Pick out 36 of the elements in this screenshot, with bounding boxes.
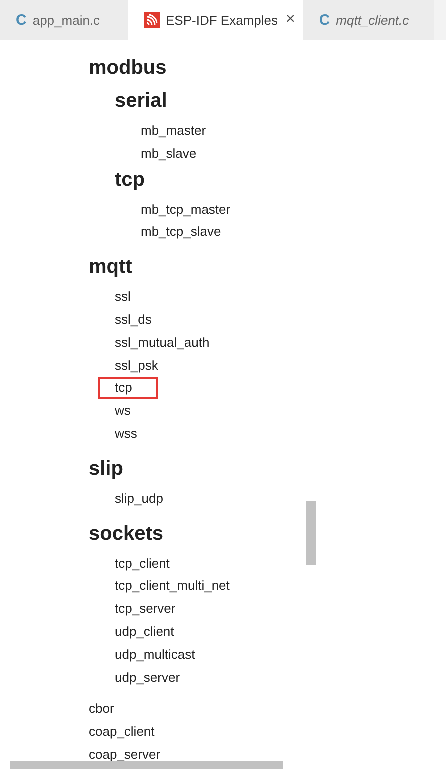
section-heading: sockets bbox=[89, 522, 164, 547]
vertical-scrollbar[interactable] bbox=[306, 501, 316, 565]
example-link[interactable]: ssl bbox=[115, 288, 131, 306]
section-heading: modbus bbox=[89, 56, 168, 81]
example-link[interactable]: coap_server bbox=[89, 746, 161, 764]
example-link[interactable]: mb_master bbox=[141, 122, 206, 140]
example-link[interactable]: udp_client bbox=[115, 622, 174, 641]
wifi-logo-icon bbox=[144, 12, 160, 28]
example-link[interactable]: udp_server bbox=[115, 668, 180, 687]
section-heading: tcp bbox=[115, 168, 146, 193]
example-link[interactable]: mb_tcp_slave bbox=[141, 223, 222, 242]
example-link[interactable]: slip_udp bbox=[115, 490, 164, 508]
c-file-icon: C bbox=[319, 12, 330, 28]
example-link[interactable]: udp_multicast bbox=[115, 646, 196, 664]
example-link[interactable]: tcp_client bbox=[115, 554, 170, 573]
editor-tab[interactable]: ESP-IDF Examples × bbox=[128, 0, 304, 40]
example-link[interactable]: cbor bbox=[89, 700, 114, 718]
section-heading: serial bbox=[115, 89, 168, 114]
c-file-icon: C bbox=[16, 12, 27, 28]
example-link[interactable]: tcp_server bbox=[115, 600, 176, 618]
example-link[interactable]: mb_slave bbox=[141, 144, 197, 163]
example-link[interactable]: mb_tcp_master bbox=[141, 200, 231, 219]
example-link[interactable]: ssl_ds bbox=[115, 310, 152, 329]
horizontal-scrollbar[interactable] bbox=[10, 761, 283, 769]
section-heading: mqtt bbox=[89, 255, 134, 280]
example-link[interactable]: coap_client bbox=[89, 723, 155, 742]
example-link[interactable]: tcp bbox=[100, 379, 156, 398]
editor-tab[interactable]: C app_main.c bbox=[0, 0, 128, 40]
example-link[interactable]: ws bbox=[115, 402, 131, 420]
example-link[interactable]: ssl_mutual_auth bbox=[115, 334, 210, 352]
example-link[interactable]: ssl_psk bbox=[115, 356, 158, 375]
example-link[interactable]: tcp_client_multi_net bbox=[115, 577, 230, 596]
example-link[interactable]: wss bbox=[115, 424, 138, 443]
editor-tab[interactable]: C mqtt_client.c bbox=[303, 0, 434, 40]
section-heading: slip bbox=[89, 456, 124, 482]
close-icon[interactable]: × bbox=[286, 11, 296, 29]
